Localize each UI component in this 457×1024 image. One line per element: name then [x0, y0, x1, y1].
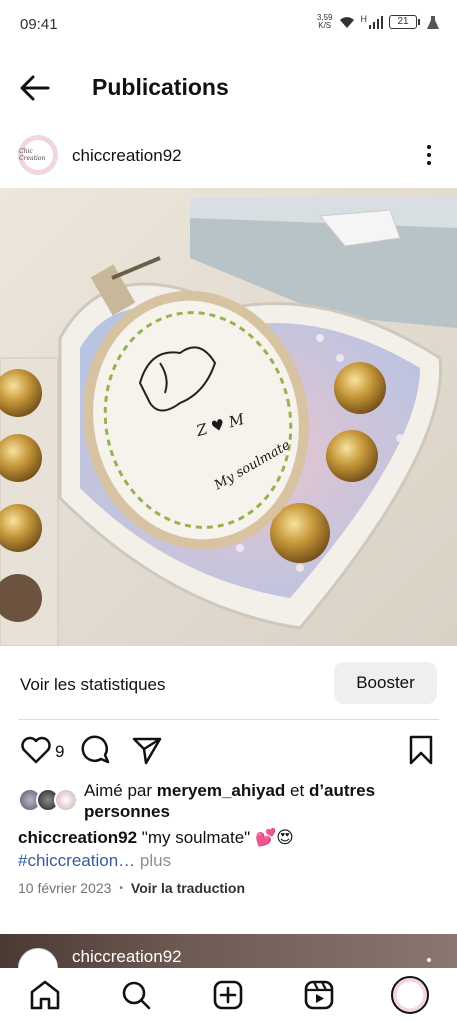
next-post-header: chiccreation92 — [0, 934, 457, 968]
more-dot-icon — [427, 161, 431, 165]
boost-button[interactable]: Booster — [334, 662, 437, 704]
hashtag-link[interactable]: #chiccreation… — [18, 851, 135, 870]
share-button[interactable] — [131, 734, 163, 771]
avatar[interactable] — [18, 948, 58, 968]
bottom-nav — [0, 968, 457, 1024]
nav-reels[interactable] — [302, 978, 336, 1012]
signal-icon — [369, 15, 383, 29]
battery-icon: 21 — [389, 15, 420, 29]
more-link[interactable]: plus — [135, 851, 171, 870]
post-actions: 9 — [0, 732, 457, 772]
network-speed: 3,59 K/S — [316, 13, 333, 30]
back-button[interactable] — [18, 72, 52, 104]
more-dot-icon — [427, 145, 431, 149]
post-header: Chic Creation chiccreation92 — [0, 130, 457, 180]
like-button[interactable] — [20, 734, 52, 771]
avatar[interactable]: Chic Creation — [18, 135, 58, 175]
status-bar: 09:41 3,59 K/S H 21 — [0, 0, 457, 50]
comment-icon — [81, 735, 110, 764]
status-time: 09:41 — [20, 16, 58, 33]
nav-home[interactable] — [28, 978, 62, 1012]
page-title: Publications — [92, 74, 229, 100]
divider — [18, 719, 439, 720]
bookmark-icon — [409, 735, 433, 765]
caption: chiccreation92 "my soulmate" 💕😍 #chiccre… — [18, 826, 438, 872]
caption-username[interactable]: chiccreation92 — [18, 828, 137, 847]
heart-icon — [21, 736, 51, 764]
more-options-button[interactable] — [419, 142, 439, 168]
nav-search[interactable] — [119, 978, 153, 1012]
liked-by[interactable]: Aimé par meryem_ahiyad et d’autres perso… — [18, 780, 438, 824]
like-count[interactable]: 9 — [55, 742, 64, 762]
home-icon — [30, 980, 60, 1010]
translate-link[interactable]: Voir la traduction — [131, 880, 245, 896]
create-icon — [213, 980, 243, 1010]
more-dot-icon — [427, 153, 431, 157]
caption-text: "my soulmate" 💕😍 — [137, 828, 294, 847]
comment-button[interactable] — [80, 734, 112, 771]
flask-icon — [427, 15, 439, 29]
liked-user[interactable]: meryem_ahiyad — [157, 781, 286, 800]
meta-separator: • — [119, 882, 123, 894]
status-icons: 3,59 K/S H 21 — [317, 14, 439, 30]
search-icon — [122, 981, 151, 1010]
liked-by-text: Aimé par meryem_ahiyad et d’autres perso… — [84, 781, 376, 821]
wifi-icon — [339, 16, 354, 28]
avatar-label: Chic Creation — [19, 148, 46, 162]
liker-avatars — [18, 788, 80, 812]
next-post-username[interactable]: chiccreation92 — [72, 947, 182, 967]
reels-icon — [304, 980, 334, 1010]
post-date: 10 février 2023 — [18, 880, 112, 896]
avatar — [54, 788, 78, 812]
more-options-button[interactable] — [427, 958, 431, 962]
arrow-left-icon — [20, 75, 50, 101]
post-username[interactable]: chiccreation92 — [72, 146, 182, 166]
app-header: Publications — [0, 60, 457, 116]
post-image[interactable]: Z ♥ M My soulmate — [0, 188, 457, 646]
network-type: H — [360, 14, 368, 24]
nav-create[interactable] — [211, 978, 245, 1012]
send-icon — [132, 737, 162, 765]
post-meta: 10 février 2023 • Voir la traduction — [18, 880, 245, 896]
stats-row: Voir les statistiques Booster — [0, 660, 457, 708]
save-button[interactable] — [405, 734, 437, 771]
view-stats-link[interactable]: Voir les statistiques — [20, 675, 166, 695]
nav-profile-avatar[interactable] — [391, 976, 429, 1014]
